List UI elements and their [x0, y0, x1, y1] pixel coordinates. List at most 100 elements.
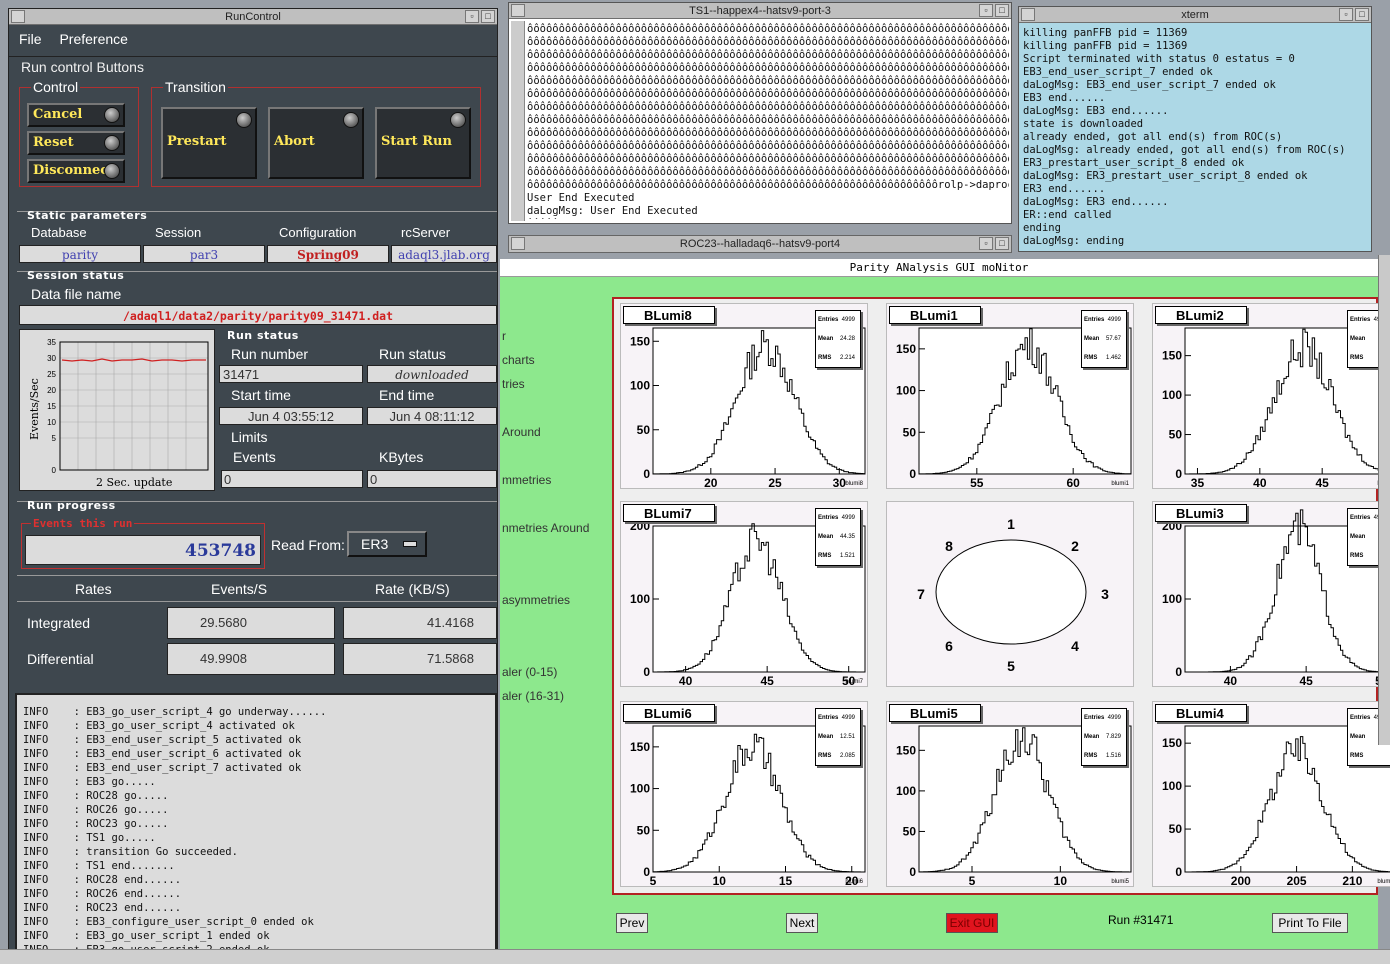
- terminal-line: ôôôôôôôôôôôôôôôôôôôôôôôôôôôôôôôôôôôôôôôô…: [527, 153, 1009, 165]
- tree-item[interactable]: Around: [502, 425, 541, 439]
- xterm-text[interactable]: killing panFFB pid = 11369 killing panFFB…: [1023, 27, 1363, 249]
- terminal-line: ôôôôôôôôôôôôôôôôôôôôôôôôôôôôôôôôôôôôôôôô…: [527, 75, 1009, 87]
- roc23-terminal-window: ROC23--halladaq6--hatsv9-port4 ▫ □: [508, 235, 1012, 253]
- dropdown-icon: [403, 541, 417, 547]
- log-line: INFO : EB3_go_user_script_4 activated ok: [23, 720, 295, 732]
- window-menu-icon[interactable]: [1021, 8, 1035, 21]
- cancel-button[interactable]: Cancel: [27, 103, 125, 127]
- prev-button[interactable]: Prev: [616, 913, 648, 933]
- maximize-icon[interactable]: □: [995, 4, 1009, 17]
- maximize-icon[interactable]: □: [995, 237, 1009, 250]
- stats-key: Mean: [818, 534, 834, 540]
- datafile-value: /adaql1/data2/parity/parity09_31471.dat: [19, 305, 497, 325]
- limits-label: Limits: [231, 429, 268, 445]
- minimize-icon[interactable]: ▫: [1339, 8, 1353, 21]
- x-tick-label: 210: [1342, 874, 1362, 888]
- stats-key: Mean: [1350, 734, 1366, 740]
- histogram-pad: 20 25 30 0 50 100 150 blumi8 BLumi8 Entries 4999 Me…: [620, 303, 868, 490]
- right-edge-window: [1378, 255, 1390, 745]
- abort-button[interactable]: Abort: [268, 107, 364, 179]
- exit-gui-button[interactable]: Exit GUI: [946, 913, 998, 933]
- events-per-sec-header: Events/S: [211, 581, 268, 597]
- button-led-icon: [104, 107, 120, 123]
- y-tick-label: 50: [903, 425, 917, 439]
- transition-label: Transition: [163, 79, 228, 95]
- reset-button[interactable]: Reset: [27, 131, 125, 155]
- message-log[interactable]: INFO : EB3_go_user_script_4 go underway.…: [15, 693, 497, 951]
- start-run-button[interactable]: Start Run: [375, 107, 471, 179]
- next-button[interactable]: Next: [786, 913, 818, 933]
- histogram-pad: 5 10 15 20 0 50 100 150 blumi6 BLumi6 Entries 4999 M…: [620, 701, 868, 888]
- maximize-icon[interactable]: □: [481, 10, 495, 23]
- x-tick-label: 40: [1224, 674, 1238, 688]
- tree-item[interactable]: tries: [502, 377, 525, 391]
- window-menu-icon[interactable]: [11, 10, 25, 23]
- stats-row: RMS: [1350, 753, 1390, 759]
- terminal-line: daLogMsg: already ended, got all end(s) …: [1023, 144, 1346, 156]
- tree-item[interactable]: asymmetries: [502, 593, 570, 607]
- log-line: INFO : TS1 end.......: [23, 860, 175, 872]
- x-tick-label: 45: [760, 674, 774, 688]
- stats-key: RMS: [1350, 553, 1364, 559]
- disconnect-button[interactable]: Disconnect: [27, 159, 125, 183]
- menu-file[interactable]: File: [19, 31, 42, 47]
- window-menu-icon[interactable]: [511, 4, 525, 17]
- y-tick-label: 0: [643, 865, 650, 879]
- terminal-line: daLogMsg: User End Executed: [527, 205, 698, 217]
- stats-box: Entries 4999 Mean 44.35 RMS 1.521: [815, 508, 861, 566]
- button-led-icon: [343, 112, 359, 128]
- strip-ytick: 20: [47, 386, 56, 395]
- xterm-titlebar[interactable]: xterm ▫ □: [1019, 7, 1371, 23]
- strip-ytick: 30: [47, 354, 56, 363]
- window-menu-icon[interactable]: [511, 237, 525, 250]
- static-parameters-title: Static parameters: [27, 209, 148, 222]
- y-tick-label: 50: [903, 824, 917, 838]
- ts1-titlebar[interactable]: TS1--happex4--hatsv9-port-3 ▫ □: [509, 3, 1011, 19]
- log-line: INFO : ROC28 go.....: [23, 790, 169, 802]
- histogram-title: BLumi3: [1155, 504, 1247, 522]
- prestart-button[interactable]: Prestart: [161, 107, 257, 179]
- stats-row: RMS 2.085: [818, 753, 858, 759]
- stats-key: Entries: [1084, 715, 1105, 721]
- ts1-title: TS1--happex4--hatsv9-port-3: [689, 5, 831, 17]
- ts1-terminal-text[interactable]: ôôôôôôôôôôôôôôôôôôôôôôôôôôôôôôôôôôôôôôôô…: [527, 23, 1009, 219]
- y-tick-label: 100: [1162, 592, 1182, 606]
- log-line: INFO : EB3_end_user_script_5 activated o…: [23, 734, 302, 746]
- terminal-line: killing panFFB pid = 11369: [1023, 27, 1188, 39]
- kbytes-limit-input[interactable]: 0: [367, 470, 497, 488]
- stats-key: RMS: [818, 553, 832, 559]
- tree-item[interactable]: aler (16-31): [502, 689, 564, 703]
- events-limit-input[interactable]: 0: [221, 470, 363, 488]
- maximize-icon[interactable]: □: [1355, 8, 1369, 21]
- stats-key: Entries: [1350, 515, 1371, 521]
- terminal-line: ôôôôôôôôôôôôôôôôôôôôôôôôôôôôôôôôôôôôôôôô…: [527, 140, 1009, 152]
- tree-item[interactable]: mmetries: [502, 473, 551, 487]
- minimize-icon[interactable]: ▫: [465, 10, 479, 23]
- stats-value: 57.67: [1105, 336, 1121, 342]
- terminal-line: ôôôôôôôôôôôôôôôôôôôôôôôôôôôôôôôôôôôôôôôô…: [527, 101, 1009, 113]
- minimize-icon[interactable]: ▫: [979, 237, 993, 250]
- terminal-line: daLogMsg: EB3_end_user_script_7 ended ok: [1023, 79, 1276, 91]
- tree-item[interactable]: nmetries Around: [502, 521, 589, 535]
- histogram-title: BLumi1: [889, 306, 981, 324]
- stats-key: Mean: [1084, 336, 1100, 342]
- stats-row: RMS 1.462: [1084, 355, 1124, 361]
- print-to-file-button[interactable]: Print To File: [1272, 913, 1348, 933]
- runcontrol-titlebar[interactable]: RunControl ▫ □: [9, 9, 497, 25]
- tree-item[interactable]: aler (0-15): [502, 665, 557, 679]
- log-line: INFO : ROC23 end......: [23, 902, 182, 914]
- minimize-icon[interactable]: ▫: [979, 4, 993, 17]
- panguin-titlebar[interactable]: Parity ANalysis GUI moNitor: [500, 259, 1378, 277]
- tree-item[interactable]: r: [502, 329, 506, 343]
- read-from-dropdown[interactable]: ER3: [347, 531, 427, 557]
- menu-preference[interactable]: Preference: [59, 31, 127, 47]
- tree-item[interactable]: charts: [502, 353, 535, 367]
- ts1-scrollbar[interactable]: [511, 21, 525, 221]
- stripchart-line: [61, 358, 206, 362]
- stats-row: Entries4999: [818, 515, 858, 521]
- roc23-titlebar[interactable]: ROC23--halladaq6--hatsv9-port4 ▫ □: [509, 236, 1011, 252]
- log-line: INFO : EB3_go_user_script_1 ended ok: [23, 930, 270, 942]
- log-line: INFO : EB3_end_user_script_6 activated o…: [23, 748, 302, 760]
- stats-key: RMS: [818, 753, 832, 759]
- stats-box: Entries 4999 Mean 24.28 RMS 2.214: [815, 310, 861, 368]
